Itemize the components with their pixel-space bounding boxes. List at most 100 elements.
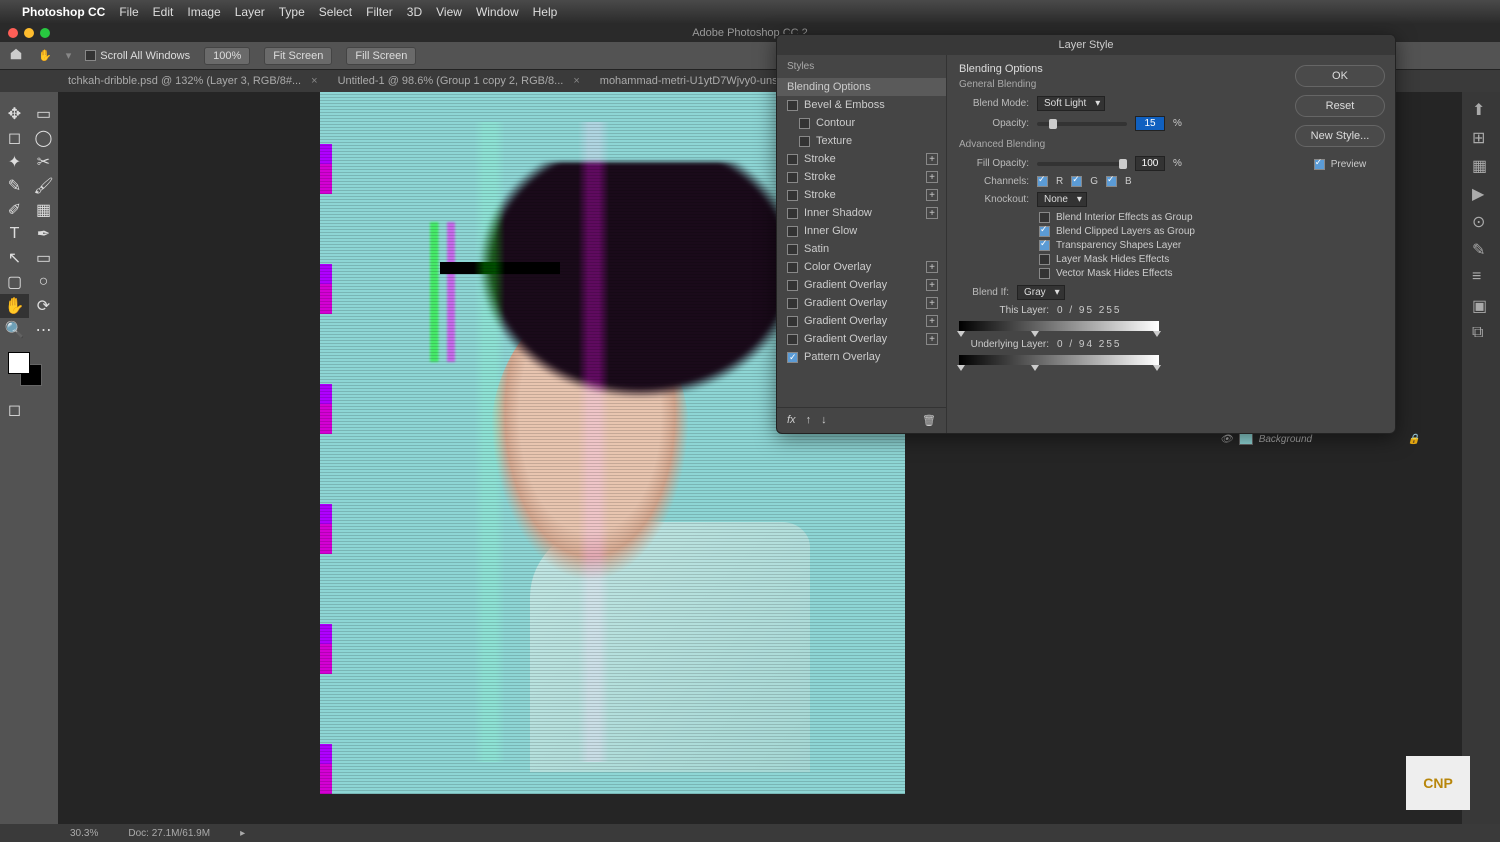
fx-icon[interactable]: fx	[787, 414, 796, 427]
foreground-color[interactable]	[8, 352, 30, 374]
brush-tool-icon[interactable]: 🖌	[29, 174, 58, 198]
style-checkbox[interactable]	[787, 280, 798, 291]
up-icon[interactable]: ↑	[806, 414, 812, 427]
menu-window[interactable]: Window	[476, 5, 519, 19]
layer-mask-hides-checkbox[interactable]	[1039, 254, 1050, 265]
marquee-tool-icon[interactable]: ◻	[0, 126, 29, 150]
close-tab-icon[interactable]: ×	[311, 75, 317, 87]
style-checkbox[interactable]	[799, 136, 810, 147]
style-row-contour[interactable]: Contour	[777, 114, 946, 132]
under-layer-track[interactable]	[959, 355, 1159, 365]
tab-document-1[interactable]: tchkah-dribble.psd @ 132% (Layer 3, RGB/…	[58, 75, 328, 87]
reset-button[interactable]: Reset	[1295, 95, 1385, 117]
down-icon[interactable]: ↓	[821, 414, 827, 427]
style-row-pattern-overlay[interactable]: Pattern Overlay	[777, 348, 946, 366]
style-row-gradient-overlay[interactable]: Gradient Overlay+	[777, 276, 946, 294]
quickmask-icon[interactable]: ◻	[0, 398, 29, 422]
menu-layer[interactable]: Layer	[235, 5, 265, 19]
swatches-icon[interactable]: ▦	[1472, 156, 1490, 174]
opacity-input[interactable]: 15	[1135, 116, 1165, 131]
more-tools-icon[interactable]: ⋯	[29, 318, 58, 342]
type-tool-icon[interactable]: T	[0, 222, 29, 246]
style-checkbox[interactable]	[787, 352, 798, 363]
style-row-gradient-overlay[interactable]: Gradient Overlay+	[777, 294, 946, 312]
style-checkbox[interactable]	[787, 172, 798, 183]
rotate-tool-icon[interactable]: ⟳	[29, 294, 58, 318]
hand-tool-icon[interactable]: ✋	[0, 294, 29, 318]
add-effect-icon[interactable]: +	[926, 207, 938, 219]
zoom-tool-icon[interactable]: 🔍	[0, 318, 29, 342]
wand-tool-icon[interactable]: ✦	[0, 150, 29, 174]
play-icon[interactable]: ▶	[1472, 184, 1490, 202]
artboard-tool-icon[interactable]: ▭	[29, 102, 58, 126]
menu-edit[interactable]: Edit	[153, 5, 174, 19]
clone-icon[interactable]: ⧉	[1472, 324, 1490, 342]
style-checkbox[interactable]	[787, 316, 798, 327]
ellipse-tool-icon[interactable]: ○	[29, 270, 58, 294]
style-row-bevel-emboss[interactable]: Bevel & Emboss	[777, 96, 946, 114]
layers-icon[interactable]: ≡	[1472, 268, 1490, 286]
channel-g-checkbox[interactable]	[1071, 176, 1082, 187]
opacity-slider[interactable]	[1037, 122, 1127, 126]
menu-help[interactable]: Help	[533, 5, 558, 19]
style-checkbox[interactable]	[799, 118, 810, 129]
doc-size-status[interactable]: Doc: 27.1M/61.9M	[128, 828, 210, 839]
app-menu[interactable]: Photoshop CC	[22, 5, 105, 19]
style-row-stroke[interactable]: Stroke+	[777, 150, 946, 168]
preview-checkbox[interactable]	[1314, 159, 1325, 170]
libraries-icon[interactable]: ▣	[1472, 296, 1490, 314]
style-checkbox[interactable]	[787, 262, 798, 273]
style-row-inner-glow[interactable]: Inner Glow	[777, 222, 946, 240]
transparency-shapes-checkbox[interactable]	[1039, 240, 1050, 251]
grid-icon[interactable]: ⊞	[1472, 128, 1490, 146]
fill-opacity-input[interactable]: 100	[1135, 156, 1165, 171]
menu-image[interactable]: Image	[187, 5, 220, 19]
channel-r-checkbox[interactable]	[1037, 176, 1048, 187]
shape-tool-icon[interactable]: ▭	[29, 246, 58, 270]
move-tool-icon[interactable]: ✥	[0, 102, 29, 126]
channel-b-checkbox[interactable]	[1106, 176, 1117, 187]
menu-select[interactable]: Select	[319, 5, 352, 19]
menu-file[interactable]: File	[119, 5, 138, 19]
style-row-gradient-overlay[interactable]: Gradient Overlay+	[777, 312, 946, 330]
menu-view[interactable]: View	[436, 5, 462, 19]
style-checkbox[interactable]	[787, 298, 798, 309]
brush-icon[interactable]: ✎	[1472, 240, 1490, 258]
fill-screen-button[interactable]: Fill Screen	[346, 47, 416, 65]
path-tool-icon[interactable]: ↖	[0, 246, 29, 270]
style-checkbox[interactable]	[787, 154, 798, 165]
blend-interior-checkbox[interactable]	[1039, 212, 1050, 223]
new-style-button[interactable]: New Style...	[1295, 125, 1385, 147]
blend-if-select[interactable]: Gray	[1017, 285, 1065, 300]
blend-mode-select[interactable]: Soft Light	[1037, 96, 1105, 111]
style-row-satin[interactable]: Satin	[777, 240, 946, 258]
style-checkbox[interactable]	[787, 226, 798, 237]
trash-icon[interactable]: 🗑	[922, 414, 936, 427]
knockout-select[interactable]: None	[1037, 192, 1087, 207]
menu-filter[interactable]: Filter	[366, 5, 393, 19]
stamp-tool-icon[interactable]: ✐	[0, 198, 29, 222]
layers-panel-row[interactable]: 👁 Background 🔒	[1220, 432, 1420, 446]
pen-tool-icon[interactable]: ✒	[29, 222, 58, 246]
lasso-tool-icon[interactable]: ◯	[29, 126, 58, 150]
vector-mask-hides-checkbox[interactable]	[1039, 268, 1050, 279]
close-window-icon[interactable]	[8, 28, 18, 38]
add-effect-icon[interactable]: +	[926, 315, 938, 327]
menu-type[interactable]: Type	[279, 5, 305, 19]
share-icon[interactable]: ⬆	[1472, 100, 1490, 118]
fill-opacity-slider[interactable]	[1037, 162, 1127, 166]
crop-tool-icon[interactable]: ✂	[29, 150, 58, 174]
add-effect-icon[interactable]: +	[926, 261, 938, 273]
fit-screen-button[interactable]: Fit Screen	[264, 47, 332, 65]
ok-button[interactable]: OK	[1295, 65, 1385, 87]
style-row-color-overlay[interactable]: Color Overlay+	[777, 258, 946, 276]
rect-tool-icon[interactable]: ▢	[0, 270, 29, 294]
style-checkbox[interactable]	[787, 208, 798, 219]
add-effect-icon[interactable]: +	[926, 333, 938, 345]
tab-document-2[interactable]: Untitled-1 @ 98.6% (Group 1 copy 2, RGB/…	[328, 75, 590, 87]
color-swatches[interactable]	[8, 352, 48, 392]
zoom-level-input[interactable]: 100%	[204, 47, 250, 65]
hand-tool-icon[interactable]: ✋	[38, 49, 52, 62]
visibility-icon[interactable]: 👁	[1220, 434, 1233, 445]
add-effect-icon[interactable]: +	[926, 279, 938, 291]
